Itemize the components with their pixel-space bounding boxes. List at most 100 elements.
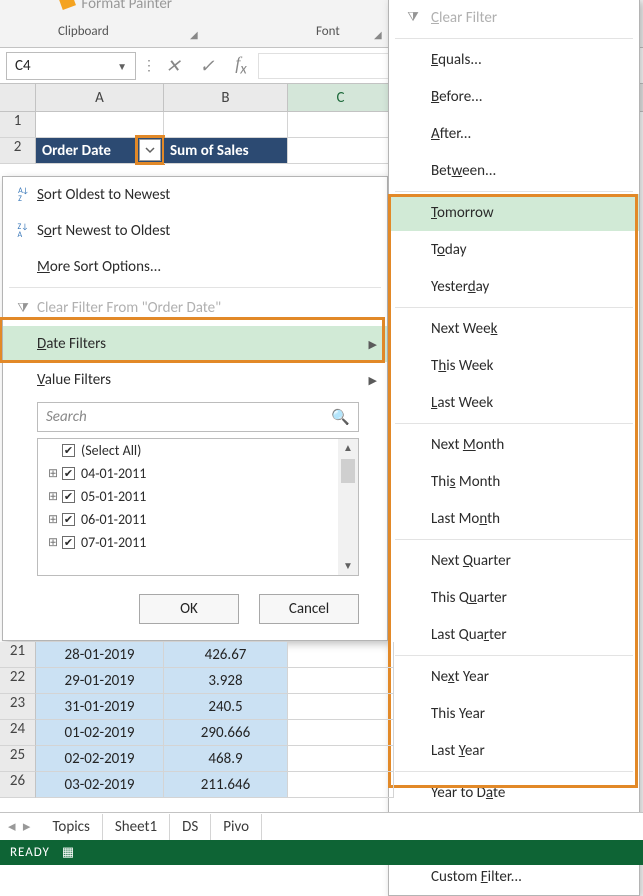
- scroll-down-icon[interactable]: ▼: [343, 557, 353, 575]
- sm-next-week[interactable]: Next Week: [389, 310, 639, 347]
- menu-label: Next Month: [431, 436, 504, 454]
- row-header[interactable]: 21: [0, 642, 36, 668]
- pivot-header-order-date[interactable]: Order Date: [36, 138, 164, 164]
- cell[interactable]: 02-02-2019: [36, 746, 164, 772]
- cell[interactable]: [288, 772, 394, 798]
- row-header[interactable]: 25: [0, 746, 36, 772]
- cancel-button[interactable]: Cancel: [259, 594, 359, 624]
- cell[interactable]: 240.5: [164, 694, 288, 720]
- more-sort-options[interactable]: More Sort Options...: [3, 249, 387, 285]
- cell[interactable]: [288, 112, 394, 138]
- sheet-tab[interactable]: Pivo: [211, 814, 262, 840]
- funnel-clear-icon: ⧩: [11, 301, 35, 316]
- name-box-value: C4: [15, 57, 31, 75]
- checkbox-icon[interactable]: ✔: [62, 467, 75, 480]
- cell[interactable]: 468.9: [164, 746, 288, 772]
- cell[interactable]: [288, 694, 394, 720]
- ok-button[interactable]: OK: [139, 594, 239, 624]
- chevron-down-icon[interactable]: ▼: [117, 60, 127, 73]
- tree-item[interactable]: ⊞ ✔ 06-01-2011: [38, 508, 358, 531]
- tree-item[interactable]: ⊞ ✔ 05-01-2011: [38, 485, 358, 508]
- name-box[interactable]: C4 ▼: [6, 52, 136, 80]
- scroll-thumb[interactable]: [341, 459, 355, 483]
- sm-this-week[interactable]: This Week: [389, 347, 639, 384]
- date-filters[interactable]: Date Filters ▶: [3, 326, 387, 362]
- search-input[interactable]: Search 🔍: [37, 402, 359, 432]
- row-header[interactable]: 24: [0, 720, 36, 746]
- cell[interactable]: 211.646: [164, 772, 288, 798]
- data-rows: 21 28-01-2019 426.67 22 29-01-2019 3.928…: [0, 642, 643, 798]
- dialog-launcher-icon[interactable]: ◢: [374, 28, 382, 41]
- tree-item[interactable]: ⊞ ✔ 07-01-2011: [38, 531, 358, 554]
- cell[interactable]: 03-02-2019: [36, 772, 164, 798]
- cell[interactable]: 29-01-2019: [36, 668, 164, 694]
- sm-next-quarter[interactable]: Next Quarter: [389, 542, 639, 579]
- cell[interactable]: [288, 720, 394, 746]
- sm-between[interactable]: Between...: [389, 152, 639, 189]
- cell[interactable]: 31-01-2019: [36, 694, 164, 720]
- scroll-up-icon[interactable]: ▲: [343, 439, 353, 457]
- cell[interactable]: [288, 746, 394, 772]
- sm-equals[interactable]: Equals...: [389, 41, 639, 78]
- sm-last-month[interactable]: Last Month: [389, 500, 639, 537]
- cell[interactable]: 28-01-2019: [36, 642, 164, 668]
- dialog-launcher-icon[interactable]: ◢: [190, 28, 198, 41]
- row-header[interactable]: 2: [0, 138, 36, 164]
- cell[interactable]: 3.928: [164, 668, 288, 694]
- cancel-formula-icon[interactable]: ✕: [156, 55, 190, 77]
- cell[interactable]: [288, 138, 394, 164]
- row-header[interactable]: 26: [0, 772, 36, 798]
- col-header-A[interactable]: A: [36, 84, 164, 111]
- sm-yesterday[interactable]: Yesterday: [389, 268, 639, 305]
- sort-newest-oldest[interactable]: Z↓A Sort Newest to Oldest: [3, 213, 387, 249]
- col-header-C[interactable]: C: [288, 84, 394, 111]
- cell[interactable]: [164, 112, 288, 138]
- expand-icon[interactable]: ⊞: [48, 466, 58, 481]
- select-all-corner[interactable]: [0, 84, 36, 111]
- row-header[interactable]: 23: [0, 694, 36, 720]
- cell[interactable]: 426.67: [164, 642, 288, 668]
- expand-icon[interactable]: ⊞: [48, 512, 58, 527]
- expand-icon[interactable]: ⊞: [48, 489, 58, 504]
- sm-this-month[interactable]: This Month: [389, 463, 639, 500]
- sm-last-week[interactable]: Last Week: [389, 384, 639, 421]
- tree-label: 05-01-2011: [81, 488, 146, 505]
- separator: [395, 307, 633, 308]
- row-header[interactable]: 22: [0, 668, 36, 694]
- tab-nav-prev-icon[interactable]: ◂ ▸: [0, 817, 40, 836]
- sheet-tab[interactable]: DS: [170, 814, 211, 840]
- checkbox-icon[interactable]: ✔: [62, 513, 75, 526]
- search-icon: 🔍: [331, 408, 350, 427]
- row-header[interactable]: 1: [0, 112, 36, 138]
- cell[interactable]: 290.666: [164, 720, 288, 746]
- col-header-B[interactable]: B: [164, 84, 288, 111]
- value-filters[interactable]: Value Filters ▶: [3, 362, 387, 398]
- insert-function-icon[interactable]: fx: [224, 53, 258, 79]
- filter-values-tree[interactable]: · ✔ (Select All) ⊞ ✔ 04-01-2011 ⊞ ✔ 05-0…: [37, 438, 359, 576]
- sm-before[interactable]: Before...: [389, 78, 639, 115]
- sm-this-quarter[interactable]: This Quarter: [389, 579, 639, 616]
- tree-item[interactable]: ⊞ ✔ 04-01-2011: [38, 462, 358, 485]
- format-painter-button[interactable]: Format Painter: [60, 0, 172, 13]
- sm-next-month[interactable]: Next Month: [389, 426, 639, 463]
- checkbox-icon[interactable]: ✔: [62, 490, 75, 503]
- sm-today[interactable]: Today: [389, 231, 639, 268]
- checkbox-icon[interactable]: ✔: [62, 536, 75, 549]
- sheet-tab[interactable]: Sheet1: [103, 814, 170, 840]
- enter-formula-icon[interactable]: ✓: [190, 55, 224, 77]
- cell[interactable]: 01-02-2019: [36, 720, 164, 746]
- expand-icon[interactable]: ⊞: [48, 535, 58, 550]
- filter-dropdown-button[interactable]: [139, 139, 161, 161]
- sm-after[interactable]: After...: [389, 115, 639, 152]
- sort-oldest-newest[interactable]: A↓Z Sort Oldest to Newest: [3, 177, 387, 213]
- macro-record-icon[interactable]: ▦: [62, 845, 75, 860]
- sheet-tab[interactable]: Topics: [40, 814, 102, 840]
- cell[interactable]: [288, 668, 394, 694]
- checkbox-icon[interactable]: ✔: [62, 444, 75, 457]
- scrollbar[interactable]: ▲ ▼: [338, 439, 358, 575]
- cell[interactable]: [36, 112, 164, 138]
- sm-tomorrow[interactable]: Tomorrow: [389, 194, 639, 231]
- cell[interactable]: [288, 642, 394, 668]
- pivot-header-sum-of-sales[interactable]: Sum of Sales: [164, 138, 288, 164]
- tree-item-select-all[interactable]: · ✔ (Select All): [38, 439, 358, 462]
